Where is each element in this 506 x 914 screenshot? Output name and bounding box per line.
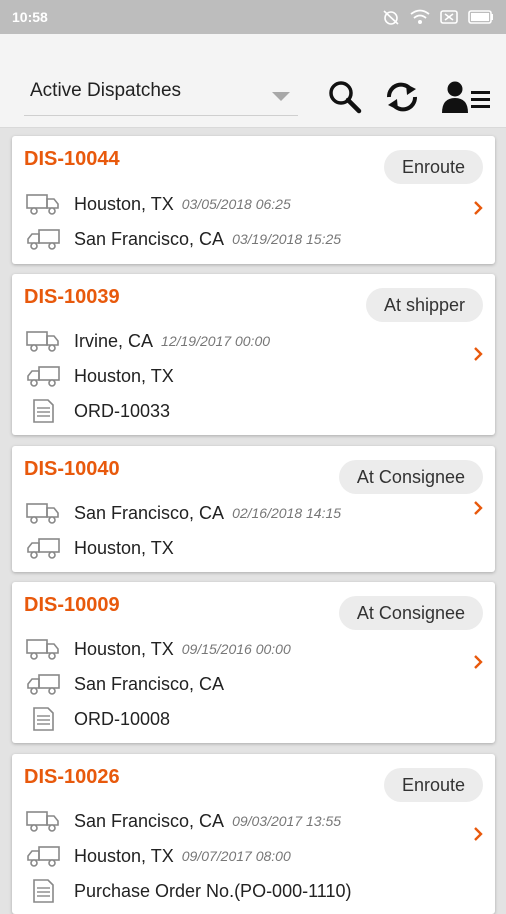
order-number: Purchase Order No.(PO-000-1110) — [74, 880, 352, 901]
destination-row: Houston, TX — [26, 535, 174, 561]
dispatch-id: DIS-10009 — [24, 594, 120, 616]
truck-icon — [27, 538, 60, 559]
sim-off-icon — [440, 10, 458, 24]
truck-icon — [26, 811, 59, 832]
origin-time: 12/19/2017 00:00 — [161, 333, 271, 349]
status-icons — [382, 9, 494, 25]
dispatch-filter-label: Active Dispatches — [30, 80, 182, 101]
refresh-icon[interactable] — [384, 80, 420, 114]
document-icon — [33, 399, 54, 423]
truck-icon — [26, 503, 59, 524]
dispatch-id: DIS-10040 — [24, 458, 120, 480]
status-bar: 10:58 — [0, 0, 506, 34]
order-number: ORD-10008 — [74, 708, 171, 729]
status-badge: Enroute — [383, 150, 483, 184]
dispatch-card[interactable]: DIS-10009 At Consignee Houston, TX 09/15… — [12, 582, 495, 743]
origin-row: San Francisco, CA 09/03/2017 13:55 — [26, 808, 341, 834]
origin-row: Houston, TX 03/05/2018 06:25 — [26, 191, 291, 217]
destination-row: Houston, TX — [26, 363, 174, 389]
origin-time: 02/16/2018 14:15 — [232, 505, 342, 521]
status-badge: At Consignee — [338, 460, 483, 494]
dispatch-filter-dropdown[interactable]: Active Dispatches — [24, 76, 298, 116]
destination-row: San Francisco, CA 03/19/2018 15:25 — [26, 226, 341, 252]
chevron-right-icon[interactable] — [473, 200, 483, 216]
destination-row: Houston, TX 09/07/2017 08:00 — [26, 843, 291, 869]
dispatch-id: DIS-10044 — [24, 148, 120, 170]
destination-time: 03/19/2018 15:25 — [232, 231, 342, 247]
truck-icon — [26, 331, 59, 352]
dispatch-card[interactable]: DIS-10040 At Consignee San Francisco, CA… — [12, 446, 495, 572]
document-icon — [33, 707, 54, 731]
dispatch-id: DIS-10039 — [24, 286, 120, 308]
status-time: 10:58 — [12, 9, 48, 25]
origin-location: San Francisco, CA — [74, 502, 225, 523]
order-row: ORD-10033 — [26, 398, 170, 424]
origin-location: Houston, TX — [74, 193, 174, 214]
dispatch-id: DIS-10026 — [24, 766, 120, 788]
order-row: Purchase Order No.(PO-000-1110) — [26, 878, 351, 904]
order-number: ORD-10033 — [74, 400, 171, 421]
origin-location: Houston, TX — [74, 638, 174, 659]
battery-icon — [468, 10, 493, 24]
truck-icon — [26, 639, 59, 660]
origin-row: Irvine, CA 12/19/2017 00:00 — [26, 328, 270, 354]
chevron-right-icon[interactable] — [473, 654, 483, 670]
destination-location: San Francisco, CA — [74, 673, 225, 694]
dispatch-card[interactable]: DIS-10026 Enroute San Francisco, CA 09/0… — [12, 754, 495, 914]
status-badge: At shipper — [365, 288, 483, 322]
origin-location: Irvine, CA — [74, 330, 154, 351]
chevron-right-icon[interactable] — [473, 346, 483, 362]
origin-time: 09/03/2017 13:55 — [232, 813, 342, 829]
truck-icon — [26, 194, 59, 215]
destination-location: Houston, TX — [74, 365, 174, 386]
truck-icon — [27, 674, 60, 695]
origin-location: San Francisco, CA — [74, 810, 225, 831]
alarm-off-icon — [383, 10, 399, 25]
toolbar: Active Dispatches — [0, 34, 506, 128]
dispatch-card[interactable]: DIS-10044 Enroute Houston, TX 03/05/2018… — [12, 136, 495, 264]
search-icon[interactable] — [328, 80, 362, 114]
origin-time: 09/15/2016 00:00 — [181, 641, 291, 657]
origin-row: San Francisco, CA 02/16/2018 14:15 — [26, 500, 341, 526]
document-icon — [33, 879, 54, 903]
destination-location: San Francisco, CA — [74, 228, 225, 249]
destination-time: 09/07/2017 08:00 — [181, 848, 291, 864]
origin-time: 03/05/2018 06:25 — [181, 196, 291, 212]
status-badge: Enroute — [383, 768, 483, 802]
chevron-right-icon[interactable] — [473, 826, 483, 842]
chevron-right-icon[interactable] — [473, 500, 483, 516]
destination-location: Houston, TX — [74, 845, 174, 866]
status-badge: At Consignee — [338, 596, 483, 630]
dropdown-caret-icon — [272, 92, 290, 101]
truck-icon — [27, 846, 60, 867]
wifi-icon — [410, 9, 430, 24]
truck-icon — [27, 366, 60, 387]
truck-icon — [27, 229, 60, 250]
destination-row: San Francisco, CA — [26, 671, 224, 697]
destination-location: Houston, TX — [74, 537, 174, 558]
dispatch-card[interactable]: DIS-10039 At shipper Irvine, CA 12/19/20… — [12, 274, 495, 435]
origin-row: Houston, TX 09/15/2016 00:00 — [26, 636, 291, 662]
order-row: ORD-10008 — [26, 706, 170, 732]
account-menu-icon[interactable] — [442, 80, 492, 114]
